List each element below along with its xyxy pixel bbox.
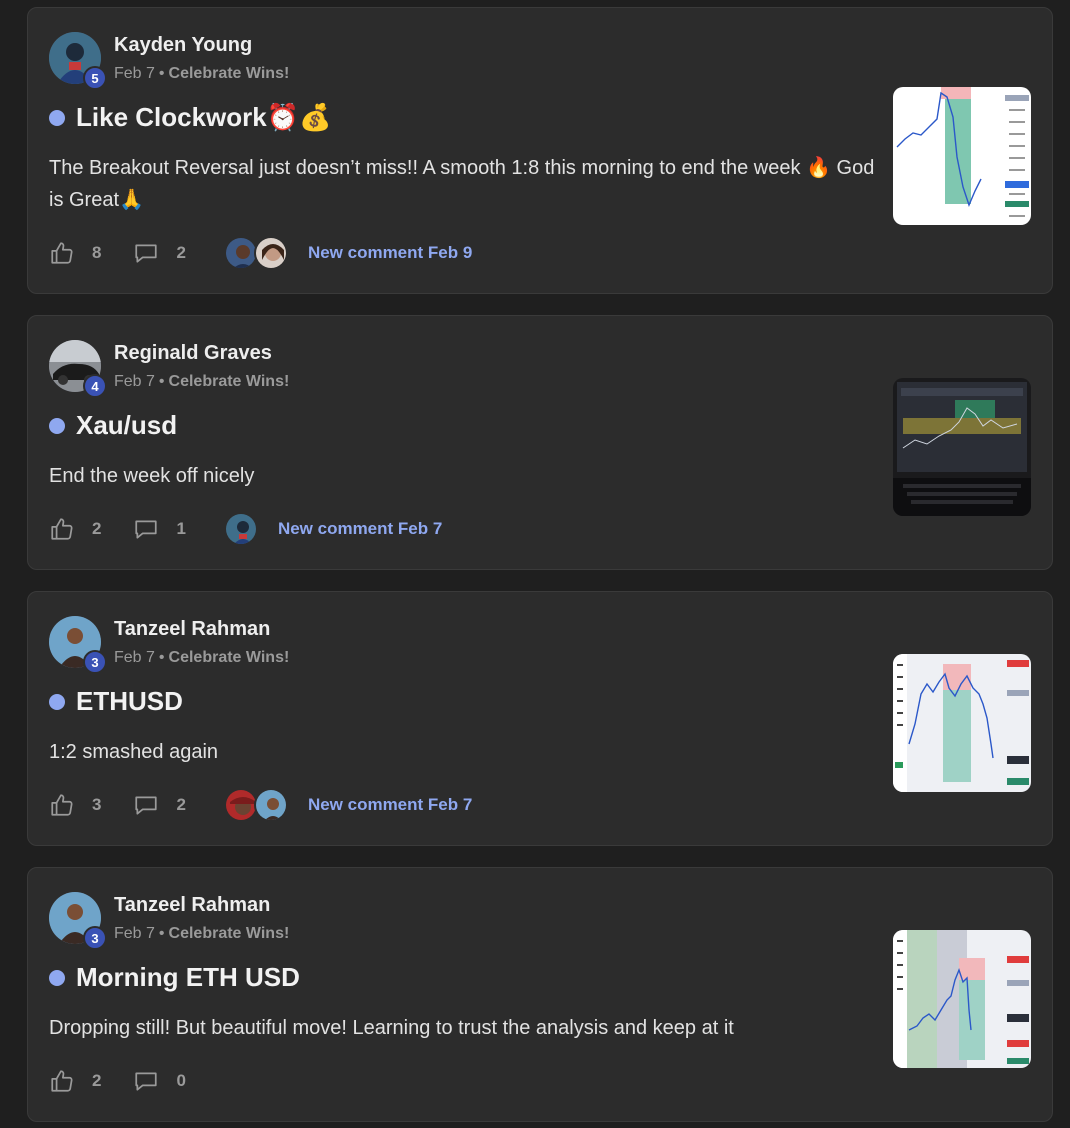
post-body: The Breakout Reversal just doesn’t miss!… [49,157,875,211]
comment-count: 2 [176,243,186,262]
post-title[interactable]: Xau/usd [76,410,177,441]
like-button[interactable]: 2 [49,516,101,542]
commenter-avatar[interactable] [223,512,258,546]
commenter-avatar[interactable] [223,236,258,270]
new-comment-link[interactable]: New comment Feb 7 [308,795,472,815]
thumbs-up-icon [51,518,73,540]
unread-dot-icon [49,109,65,126]
post-category[interactable]: Celebrate Wins! [169,925,290,942]
level-badge: 4 [83,374,107,398]
post-title[interactable]: ETHUSD [76,686,183,717]
commenter-avatar[interactable] [253,788,288,822]
post-title[interactable]: Morning ETH USD [76,962,300,993]
like-count: 8 [92,243,102,262]
post-date: Feb 7 [114,65,155,82]
post-date: Feb 7 [114,649,155,666]
post-body: 1:2 smashed again [49,741,219,763]
like-count: 2 [92,1071,102,1090]
thumbs-up-icon [51,242,73,264]
new-comment-link[interactable]: New comment Feb 7 [278,519,442,539]
post-card[interactable]: 5 Kayden Young Feb 7 • Celebrate Wins! Lik… [27,7,1053,294]
comment-button[interactable]: 0 [133,1068,186,1094]
post-date: Feb 7 [114,373,155,390]
comment-bubble-icon [135,244,158,263]
post-actions: 8 2 New comment Feb 9 [49,236,472,270]
thumbs-up-icon [51,794,73,816]
comment-count: 0 [176,1071,186,1090]
unread-dot-icon [49,417,65,434]
level-badge: 5 [83,66,107,90]
author-avatar[interactable]: 5 [49,32,107,90]
post-category[interactable]: Celebrate Wins! [169,373,290,390]
post-thumbnail[interactable] [893,930,1031,1068]
post-date: Feb 7 [114,925,155,942]
level-badge: 3 [83,650,107,674]
post-title-row[interactable]: ETHUSD [49,686,183,717]
thumbs-up-icon [51,1070,73,1092]
comment-count: 1 [176,519,186,538]
post-actions: 2 0 [49,1066,218,1096]
meta-separator: • [158,65,165,82]
post-title-row[interactable]: Morning ETH USD [49,962,300,993]
comment-button[interactable]: 1 [133,516,186,542]
author-name[interactable]: Tanzeel Rahman [114,894,270,917]
post-card[interactable]: 4 Reginald Graves Feb 7 • Celebrate Wins! … [27,315,1053,570]
author-avatar[interactable]: 4 [49,340,107,398]
comment-bubble-icon [135,520,158,539]
meta-separator: • [158,649,165,666]
post-thumbnail[interactable] [893,654,1031,792]
comment-count: 2 [176,795,186,814]
meta-separator: • [158,925,165,942]
commenter-avatar[interactable] [223,788,258,822]
commenter-avatar[interactable] [253,236,288,270]
author-name[interactable]: Tanzeel Rahman [114,618,270,641]
like-button[interactable]: 3 [49,792,101,818]
commenter-avatars[interactable] [223,788,288,822]
comment-bubble-icon [135,796,158,815]
post-category[interactable]: Celebrate Wins! [169,649,290,666]
like-count: 3 [92,795,102,814]
post-title-row[interactable]: Like Clockwork⏰💰 [49,102,331,133]
comment-button[interactable]: 2 [133,792,186,818]
post-body: End the week off nicely [49,465,255,487]
post-meta: Feb 7 • Celebrate Wins! [114,65,289,83]
post-meta: Feb 7 • Celebrate Wins! [114,925,289,943]
like-button[interactable]: 2 [49,1068,101,1094]
post-card[interactable]: 3 Tanzeel Rahman Feb 7 • Celebrate Wins! E… [27,591,1053,846]
unread-dot-icon [49,693,65,710]
comment-button[interactable]: 2 [133,240,186,266]
commenter-avatars[interactable] [223,236,288,270]
post-body: Dropping still! But beautiful move! Lear… [49,1017,734,1039]
post-meta: Feb 7 • Celebrate Wins! [114,649,289,667]
like-button[interactable]: 8 [49,240,101,266]
commenter-avatars[interactable] [223,512,258,546]
post-meta: Feb 7 • Celebrate Wins! [114,373,289,391]
new-comment-link[interactable]: New comment Feb 9 [308,243,472,263]
author-name[interactable]: Reginald Graves [114,342,272,365]
unread-dot-icon [49,969,65,986]
post-actions: 3 2 New comment Feb 7 [49,788,472,822]
post-title-row[interactable]: Xau/usd [49,410,177,441]
like-count: 2 [92,519,102,538]
author-name[interactable]: Kayden Young [114,34,252,57]
post-card[interactable]: 3 Tanzeel Rahman Feb 7 • Celebrate Wins! M… [27,867,1053,1122]
level-badge: 3 [83,926,107,950]
post-title[interactable]: Like Clockwork⏰💰 [76,102,331,133]
post-category[interactable]: Celebrate Wins! [169,65,290,82]
post-actions: 2 1 New comment Feb 7 [49,512,442,546]
comment-bubble-icon [135,1072,158,1091]
author-avatar[interactable]: 3 [49,616,107,674]
meta-separator: • [158,373,165,390]
author-avatar[interactable]: 3 [49,892,107,950]
post-thumbnail[interactable] [893,87,1031,225]
post-thumbnail[interactable] [893,378,1031,516]
